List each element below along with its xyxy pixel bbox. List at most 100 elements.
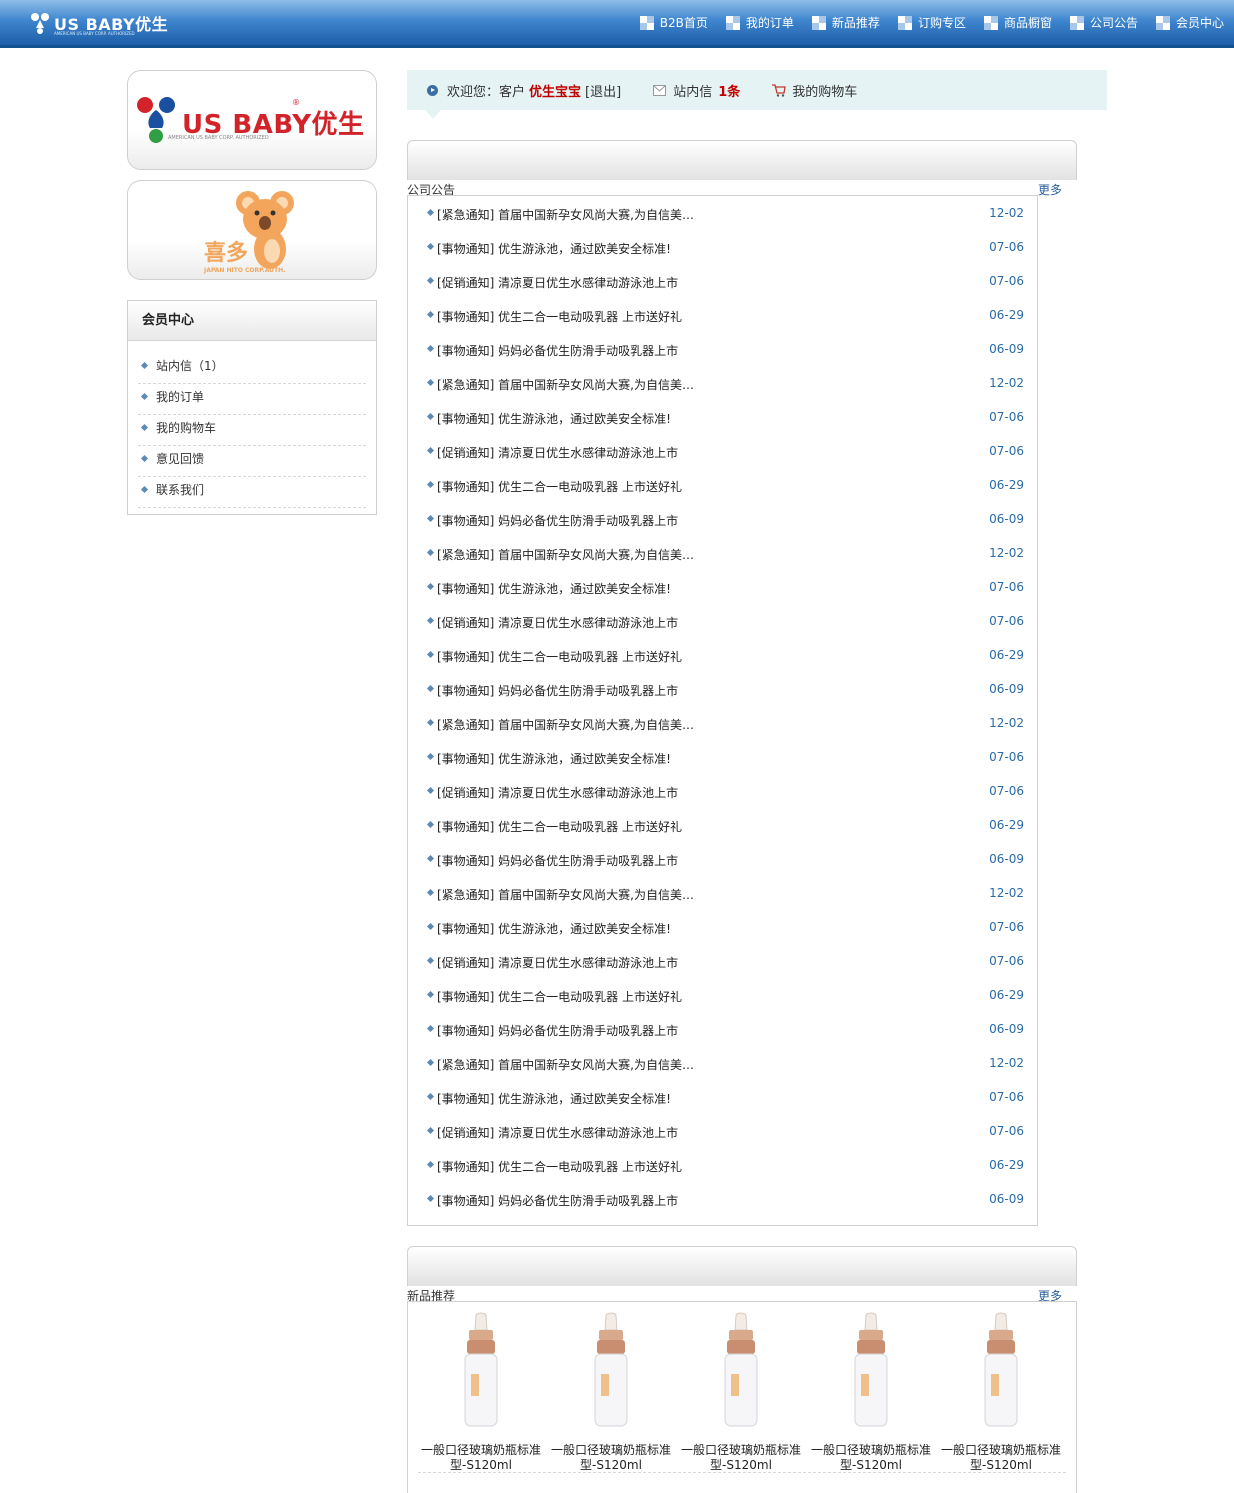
member-menu-item[interactable]: 我的购物车: [138, 415, 366, 446]
notice-title[interactable]: [事物通知] 优生二合一电动吸乳器 上市送好礼: [437, 818, 682, 835]
notice-title[interactable]: [紧急通知] 首届中国新孕女风尚大赛,为自信美…: [437, 1056, 694, 1073]
notice-row[interactable]: [事物通知] 优生游泳池，通过欧美安全标准! 07-06: [426, 400, 1024, 434]
bullet-icon: [426, 718, 435, 727]
nav-item-0[interactable]: B2B首页: [639, 14, 708, 31]
nav-item-4[interactable]: 商品橱窗: [983, 14, 1052, 31]
product-name-line1: 一般口径玻璃奶瓶标准: [810, 1443, 931, 1457]
notice-row[interactable]: [事物通知] 优生游泳池，通过欧美安全标准! 07-06: [426, 740, 1024, 774]
product-name[interactable]: 一般口径玻璃奶瓶标准 型-S120ml: [548, 1443, 674, 1473]
notice-title[interactable]: [事物通知] 优生二合一电动吸乳器 上市送好礼: [437, 1158, 682, 1175]
nav-item-1[interactable]: 我的订单: [725, 14, 794, 31]
member-menu-item[interactable]: 站内信（1）: [138, 353, 366, 384]
notice-title[interactable]: [促销通知] 清凉夏日优生水感律动游泳池上市: [437, 614, 678, 631]
notice-row[interactable]: [事物通知] 优生游泳池，通过欧美安全标准! 07-06: [426, 1080, 1024, 1114]
notice-title[interactable]: [促销通知] 清凉夏日优生水感律动游泳池上市: [437, 274, 678, 291]
product-card[interactable]: 一般口径玻璃奶瓶标准 型-S120ml: [418, 1312, 544, 1472]
notice-row[interactable]: [促销通知] 清凉夏日优生水感律动游泳池上市 07-06: [426, 434, 1024, 468]
notice-title[interactable]: [事物通知] 妈妈必备优生防滑手动吸乳器上市: [437, 852, 678, 869]
messages-link[interactable]: 站内信: [673, 81, 712, 100]
notice-title[interactable]: [事物通知] 优生二合一电动吸乳器 上市送好礼: [437, 478, 682, 495]
notice-row[interactable]: [紧急通知] 首届中国新孕女风尚大赛,为自信美… 12-02: [426, 536, 1024, 570]
notice-row[interactable]: [紧急通知] 首届中国新孕女风尚大赛,为自信美… 12-02: [426, 366, 1024, 400]
notice-title[interactable]: [事物通知] 妈妈必备优生防滑手动吸乳器上市: [437, 682, 678, 699]
product-card[interactable]: 一般口径玻璃奶瓶标准 型-S120ml: [808, 1312, 934, 1472]
bullet-icon: [426, 650, 435, 659]
nav-item-6[interactable]: 会员中心: [1155, 14, 1224, 31]
nav-item-2[interactable]: 新品推荐: [811, 14, 880, 31]
notice-row[interactable]: [事物通知] 妈妈必备优生防滑手动吸乳器上市 06-09: [426, 672, 1024, 706]
notice-row[interactable]: [促销通知] 清凉夏日优生水感律动游泳池上市 07-06: [426, 604, 1024, 638]
product-card[interactable]: 一般口径玻璃奶瓶标准 型-S120ml: [678, 1312, 804, 1472]
notice-row[interactable]: [紧急通知] 首届中国新孕女风尚大赛,为自信美… 12-02: [426, 196, 1024, 230]
notice-title[interactable]: [事物通知] 优生游泳池，通过欧美安全标准!: [437, 750, 671, 767]
header-logo[interactable]: US BABY优生 AMERICAN US BABY CORP. AUTHORI…: [30, 9, 168, 37]
notice-row[interactable]: [事物通知] 妈妈必备优生防滑手动吸乳器上市 06-09: [426, 502, 1024, 536]
notice-date: 06-29: [989, 478, 1024, 492]
product-card[interactable]: 一般口径玻璃奶瓶标准 型-S120ml: [548, 1312, 674, 1472]
product-name[interactable]: 一般口径玻璃奶瓶标准 型-S120ml: [678, 1443, 804, 1473]
notice-title[interactable]: [紧急通知] 首届中国新孕女风尚大赛,为自信美…: [437, 886, 694, 903]
messages-count[interactable]: 1条: [718, 81, 740, 100]
product-name[interactable]: 一般口径玻璃奶瓶标准 型-S120ml: [938, 1443, 1064, 1473]
notice-title[interactable]: [事物通知] 优生游泳池，通过欧美安全标准!: [437, 920, 671, 937]
notice-title[interactable]: [事物通知] 妈妈必备优生防滑手动吸乳器上市: [437, 1192, 678, 1209]
notice-row[interactable]: [事物通知] 优生游泳池，通过欧美安全标准! 07-06: [426, 570, 1024, 604]
notice-row[interactable]: [事物通知] 优生游泳池，通过欧美安全标准! 07-06: [426, 230, 1024, 264]
nav-item-3[interactable]: 订购专区: [897, 14, 966, 31]
hito-brand-box[interactable]: 喜多 JAPAN HITO CORP.AUTH.: [127, 180, 377, 280]
product-name[interactable]: 一般口径玻璃奶瓶标准 型-S120ml: [418, 1443, 544, 1473]
product-name[interactable]: 一般口径玻璃奶瓶标准 型-S120ml: [808, 1443, 934, 1473]
notice-date: 06-09: [989, 1192, 1024, 1206]
notice-title[interactable]: [促销通知] 清凉夏日优生水感律动游泳池上市: [437, 444, 678, 461]
notice-row[interactable]: [促销通知] 清凉夏日优生水感律动游泳池上市 07-06: [426, 944, 1024, 978]
notice-row[interactable]: [事物通知] 优生二合一电动吸乳器 上市送好礼 06-29: [426, 1148, 1024, 1182]
notice-title[interactable]: [事物通知] 优生游泳池，通过欧美安全标准!: [437, 240, 671, 257]
hito-logo: 喜多 JAPAN HITO CORP.AUTH.: [198, 187, 318, 277]
product-name-line2: 型-S120ml: [710, 1458, 772, 1472]
notice-row[interactable]: [事物通知] 优生二合一电动吸乳器 上市送好礼 06-29: [426, 978, 1024, 1012]
notice-title[interactable]: [事物通知] 妈妈必备优生防滑手动吸乳器上市: [437, 512, 678, 529]
notice-row[interactable]: [事物通知] 妈妈必备优生防滑手动吸乳器上市 06-09: [426, 1182, 1024, 1216]
notice-row[interactable]: [事物通知] 妈妈必备优生防滑手动吸乳器上市 06-09: [426, 842, 1024, 876]
notice-row[interactable]: [紧急通知] 首届中国新孕女风尚大赛,为自信美… 12-02: [426, 706, 1024, 740]
member-menu-item[interactable]: 联系我们: [138, 477, 366, 508]
notice-row[interactable]: [紧急通知] 首届中国新孕女风尚大赛,为自信美… 12-02: [426, 1046, 1024, 1080]
notice-title[interactable]: [事物通知] 妈妈必备优生防滑手动吸乳器上市: [437, 342, 678, 359]
member-menu-item[interactable]: 我的订单: [138, 384, 366, 415]
logout-link[interactable]: [退出]: [585, 81, 621, 100]
member-menu-item[interactable]: 意见回馈: [138, 446, 366, 477]
notice-title[interactable]: [促销通知] 清凉夏日优生水感律动游泳池上市: [437, 784, 678, 801]
notices-more-link[interactable]: 更多: [1038, 181, 1062, 198]
notice-title[interactable]: [紧急通知] 首届中国新孕女风尚大赛,为自信美…: [437, 546, 694, 563]
notice-row[interactable]: [事物通知] 优生二合一电动吸乳器 上市送好礼 06-29: [426, 468, 1024, 502]
notice-title[interactable]: [紧急通知] 首届中国新孕女风尚大赛,为自信美…: [437, 376, 694, 393]
notice-title[interactable]: [紧急通知] 首届中国新孕女风尚大赛,为自信美…: [437, 206, 694, 223]
notice-title[interactable]: [促销通知] 清凉夏日优生水感律动游泳池上市: [437, 1124, 678, 1141]
nav-item-5[interactable]: 公司公告: [1069, 14, 1138, 31]
notice-title[interactable]: [事物通知] 优生游泳池，通过欧美安全标准!: [437, 1090, 671, 1107]
bullet-icon: [426, 922, 435, 931]
notice-row[interactable]: [事物通知] 妈妈必备优生防滑手动吸乳器上市 06-09: [426, 332, 1024, 366]
notice-row[interactable]: [事物通知] 妈妈必备优生防滑手动吸乳器上市 06-09: [426, 1012, 1024, 1046]
notice-row[interactable]: [促销通知] 清凉夏日优生水感律动游泳池上市 07-06: [426, 264, 1024, 298]
member-center-panel: 会员中心 站内信（1） 我的订单 我的购物车 意见回馈 联系我们: [127, 300, 377, 515]
notice-title[interactable]: [事物通知] 优生二合一电动吸乳器 上市送好礼: [437, 308, 682, 325]
notice-title[interactable]: [促销通知] 清凉夏日优生水感律动游泳池上市: [437, 954, 678, 971]
notice-row[interactable]: [紧急通知] 首届中国新孕女风尚大赛,为自信美… 12-02: [426, 876, 1024, 910]
product-card[interactable]: 一般口径玻璃奶瓶标准 型-S120ml: [938, 1312, 1064, 1472]
notice-row[interactable]: [事物通知] 优生二合一电动吸乳器 上市送好礼 06-29: [426, 298, 1024, 332]
notice-title[interactable]: [事物通知] 优生二合一电动吸乳器 上市送好礼: [437, 648, 682, 665]
notice-title[interactable]: [紧急通知] 首届中国新孕女风尚大赛,为自信美…: [437, 716, 694, 733]
notice-row[interactable]: [促销通知] 清凉夏日优生水感律动游泳池上市 07-06: [426, 1114, 1024, 1148]
notice-row[interactable]: [事物通知] 优生二合一电动吸乳器 上市送好礼 06-29: [426, 808, 1024, 842]
notice-title[interactable]: [事物通知] 优生游泳池，通过欧美安全标准!: [437, 410, 671, 427]
cart-link[interactable]: 我的购物车: [792, 81, 857, 100]
notice-row[interactable]: [促销通知] 清凉夏日优生水感律动游泳池上市 07-06: [426, 774, 1024, 808]
notice-row[interactable]: [事物通知] 优生游泳池，通过欧美安全标准! 07-06: [426, 910, 1024, 944]
notice-title[interactable]: [事物通知] 优生二合一电动吸乳器 上市送好礼: [437, 988, 682, 1005]
usbaby-brand-box[interactable]: US BABY优生 ® AMERICAN US BABY CORP. AUTHO…: [127, 70, 377, 170]
notice-row[interactable]: [事物通知] 优生二合一电动吸乳器 上市送好礼 06-29: [426, 638, 1024, 672]
notice-title[interactable]: [事物通知] 优生游泳池，通过欧美安全标准!: [437, 580, 671, 597]
notice-title[interactable]: [事物通知] 妈妈必备优生防滑手动吸乳器上市: [437, 1022, 678, 1039]
nav-item-label: 订购专区: [917, 16, 966, 30]
